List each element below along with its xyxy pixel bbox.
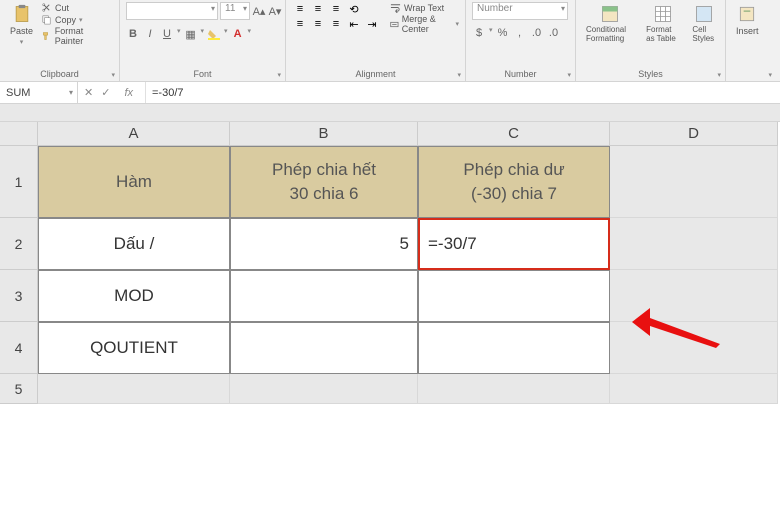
cell-B4[interactable] bbox=[230, 322, 418, 374]
number-group-label: Number bbox=[472, 68, 569, 81]
align-top-button[interactable]: ≡ bbox=[292, 2, 308, 16]
percent-button[interactable]: % bbox=[496, 26, 510, 40]
annotation-arrow bbox=[632, 300, 722, 353]
merge-icon bbox=[390, 19, 399, 30]
decrease-decimal-button[interactable]: .0 bbox=[547, 26, 561, 40]
underline-button[interactable]: U bbox=[160, 27, 174, 41]
row-header-4[interactable]: 4 bbox=[0, 322, 38, 374]
indent-dec-button[interactable]: ⇤ bbox=[346, 17, 362, 31]
merge-center-button[interactable]: Merge & Center▾ bbox=[390, 14, 459, 34]
accounting-button[interactable]: $ bbox=[472, 26, 486, 40]
styles-group-label: Styles bbox=[582, 68, 719, 81]
paste-icon bbox=[12, 4, 32, 24]
align-right-button[interactable]: ≡ bbox=[328, 17, 344, 31]
formula-bar-expand bbox=[0, 104, 780, 122]
col-header-A[interactable]: A bbox=[38, 122, 230, 146]
cut-icon bbox=[41, 2, 52, 13]
decrease-font-icon[interactable]: A▾ bbox=[268, 4, 282, 18]
cond-format-icon bbox=[600, 4, 620, 24]
table-icon bbox=[653, 4, 673, 24]
fill-color-button[interactable] bbox=[207, 27, 221, 41]
align-middle-button[interactable]: ≡ bbox=[310, 2, 326, 16]
col-header-D[interactable]: D bbox=[610, 122, 778, 146]
ribbon-group-clipboard: Paste ▾ Cut Copy▾ Format Painter Clipboa… bbox=[0, 0, 120, 81]
cell-styles-icon bbox=[694, 4, 714, 24]
wrap-text-button[interactable]: Wrap Text bbox=[390, 2, 459, 13]
format-as-table-button[interactable]: Format as Table bbox=[642, 2, 684, 46]
ribbon-group-cells: Insert bbox=[726, 0, 776, 81]
cell-B1[interactable]: Phép chia hết30 chia 6 bbox=[230, 146, 418, 218]
font-family-select[interactable] bbox=[126, 2, 218, 20]
number-format-select[interactable]: Number bbox=[472, 2, 568, 20]
insert-icon bbox=[737, 4, 757, 24]
cell-styles-button[interactable]: Cell Styles bbox=[688, 2, 719, 46]
align-bottom-button[interactable]: ≡ bbox=[328, 2, 344, 16]
copy-icon bbox=[41, 14, 52, 25]
ribbon-group-alignment: ≡≡≡⟲ ≡≡≡⇤⇥ Wrap Text Merge & Center▾ Ali… bbox=[286, 0, 466, 81]
align-center-button[interactable]: ≡ bbox=[310, 17, 326, 31]
row-header-3[interactable]: 3 bbox=[0, 270, 38, 322]
formula-input[interactable]: =-30/7 bbox=[146, 87, 780, 99]
cell-D5[interactable] bbox=[610, 374, 778, 404]
conditional-formatting-button[interactable]: Conditional Formatting bbox=[582, 2, 638, 46]
cell-B3[interactable] bbox=[230, 270, 418, 322]
enter-formula-button[interactable]: ✓ bbox=[101, 86, 110, 99]
font-color-button[interactable]: A bbox=[231, 27, 245, 41]
cell-C5[interactable] bbox=[418, 374, 610, 404]
ribbon-group-styles: Conditional Formatting Format as Table C… bbox=[576, 0, 726, 81]
italic-button[interactable]: I bbox=[143, 27, 157, 41]
insert-button[interactable]: Insert bbox=[732, 2, 763, 38]
copy-button[interactable]: Copy▾ bbox=[41, 14, 113, 25]
cell-C1[interactable]: Phép chia dư(-30) chia 7 bbox=[418, 146, 610, 218]
cell-A3[interactable]: MOD bbox=[38, 270, 230, 322]
spreadsheet-grid: A B C D 1 Hàm Phép chia hết30 chia 6 Phé… bbox=[0, 122, 780, 404]
orientation-button[interactable]: ⟲ bbox=[346, 2, 362, 16]
row-header-2[interactable]: 2 bbox=[0, 218, 38, 270]
increase-font-icon[interactable]: A▴ bbox=[252, 4, 266, 18]
brush-icon bbox=[41, 31, 52, 42]
ribbon: Paste ▾ Cut Copy▾ Format Painter Clipboa… bbox=[0, 0, 780, 82]
name-box[interactable]: SUM bbox=[0, 82, 78, 103]
cell-A4[interactable]: QOUTIENT bbox=[38, 322, 230, 374]
align-left-button[interactable]: ≡ bbox=[292, 17, 308, 31]
clipboard-group-label: Clipboard bbox=[6, 68, 113, 81]
paste-button[interactable]: Paste ▾ bbox=[6, 2, 37, 48]
cancel-formula-button[interactable]: ✕ bbox=[84, 86, 93, 99]
wrap-icon bbox=[390, 2, 401, 13]
ribbon-group-font: 11 A▴ A▾ B I U ▾ ▦ ▾ ▾ A ▾ Font bbox=[120, 0, 286, 81]
cell-C2-active[interactable]: =-30/7 bbox=[418, 218, 610, 270]
col-header-B[interactable]: B bbox=[230, 122, 418, 146]
cell-A1[interactable]: Hàm bbox=[38, 146, 230, 218]
select-all-corner[interactable] bbox=[0, 122, 38, 146]
cell-B5[interactable] bbox=[230, 374, 418, 404]
format-painter-button[interactable]: Format Painter bbox=[41, 26, 113, 46]
alignment-group-label: Alignment bbox=[292, 68, 459, 81]
formula-bar: SUM ✕ ✓ fx =-30/7 bbox=[0, 82, 780, 104]
comma-button[interactable]: , bbox=[513, 26, 527, 40]
cell-B2[interactable]: 5 bbox=[230, 218, 418, 270]
row-header-5[interactable]: 5 bbox=[0, 374, 38, 404]
cell-A2[interactable]: Dấu / bbox=[38, 218, 230, 270]
row-header-1[interactable]: 1 bbox=[0, 146, 38, 218]
increase-decimal-button[interactable]: .0 bbox=[530, 26, 544, 40]
indent-inc-button[interactable]: ⇥ bbox=[364, 17, 380, 31]
fx-button[interactable]: fx bbox=[118, 87, 139, 99]
cut-button[interactable]: Cut bbox=[41, 2, 113, 13]
col-header-C[interactable]: C bbox=[418, 122, 610, 146]
paste-label: Paste bbox=[10, 26, 33, 36]
cell-C3[interactable] bbox=[418, 270, 610, 322]
cell-A5[interactable] bbox=[38, 374, 230, 404]
ribbon-group-number: Number $▾ % , .0 .0 Number bbox=[466, 0, 576, 81]
font-group-label: Font bbox=[126, 68, 279, 81]
cell-C4[interactable] bbox=[418, 322, 610, 374]
cell-D1[interactable] bbox=[610, 146, 778, 218]
bold-button[interactable]: B bbox=[126, 27, 140, 41]
cell-D2[interactable] bbox=[610, 218, 778, 270]
border-button[interactable]: ▦ bbox=[184, 27, 198, 41]
font-size-select[interactable]: 11 bbox=[220, 2, 250, 20]
